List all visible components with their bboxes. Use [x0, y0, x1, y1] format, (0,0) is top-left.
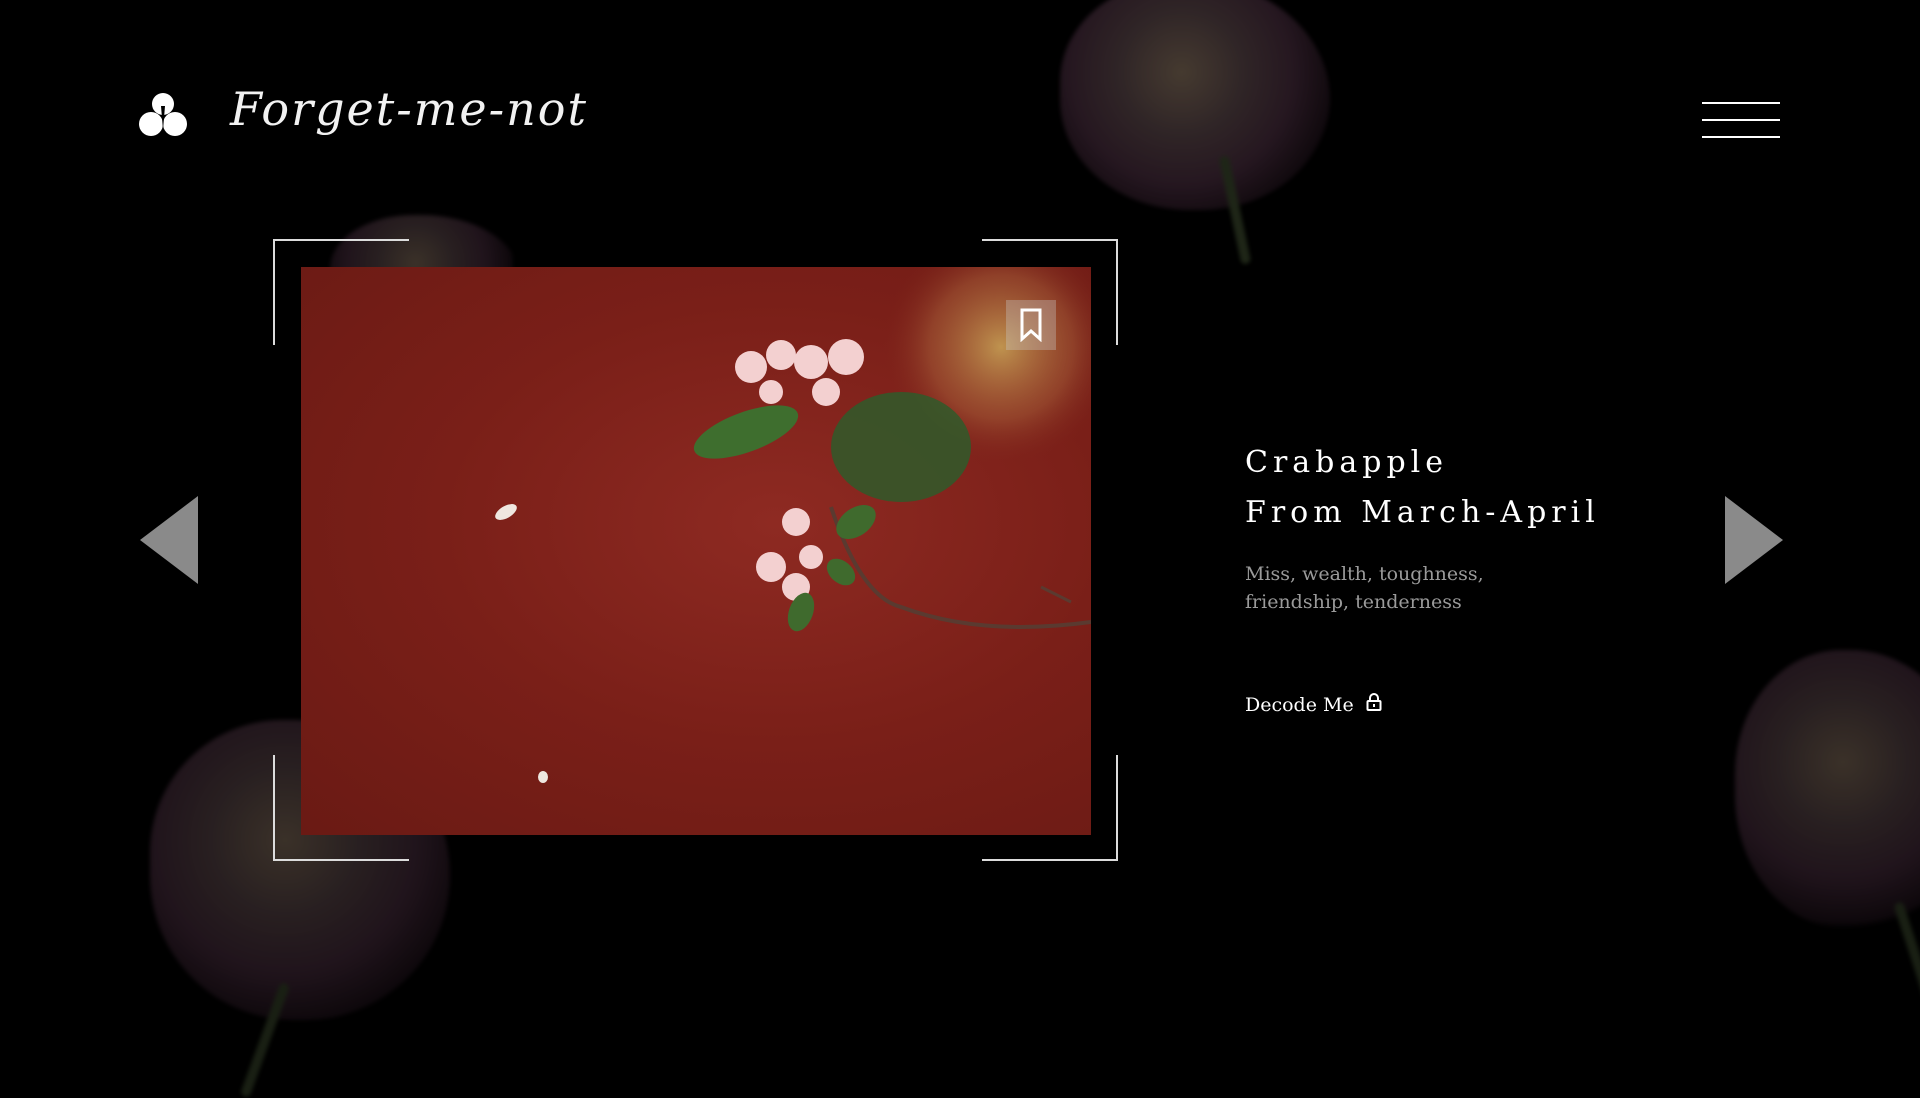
flower-bud-icon[interactable]: [139, 90, 187, 140]
flower-meaning: Miss, wealth, toughness, friendship, ten…: [1245, 560, 1545, 616]
decode-me-button[interactable]: Decode Me: [1245, 693, 1382, 716]
flower-name: Crabapple: [1245, 445, 1449, 480]
flower-season: From March-April: [1245, 495, 1600, 530]
triangle-left-icon[interactable]: [140, 496, 200, 584]
hamburger-menu-icon[interactable]: [1702, 102, 1780, 138]
brand-name[interactable]: Forget-me-not: [230, 82, 588, 136]
decode-label: Decode Me: [1245, 693, 1354, 716]
flower-info-panel: Crabapple From March-April Miss, wealth,…: [1245, 438, 1600, 616]
triangle-right-icon[interactable]: [1723, 496, 1783, 584]
background-flower: [1735, 650, 1920, 1009]
flower-photo: [301, 267, 1091, 835]
meaning-line: Miss, wealth, toughness,: [1245, 563, 1484, 585]
background-flower: [1060, 0, 1330, 265]
bookmark-icon[interactable]: [1006, 300, 1056, 350]
meaning-line: friendship, tenderness: [1245, 591, 1462, 613]
lock-icon: [1366, 693, 1382, 716]
